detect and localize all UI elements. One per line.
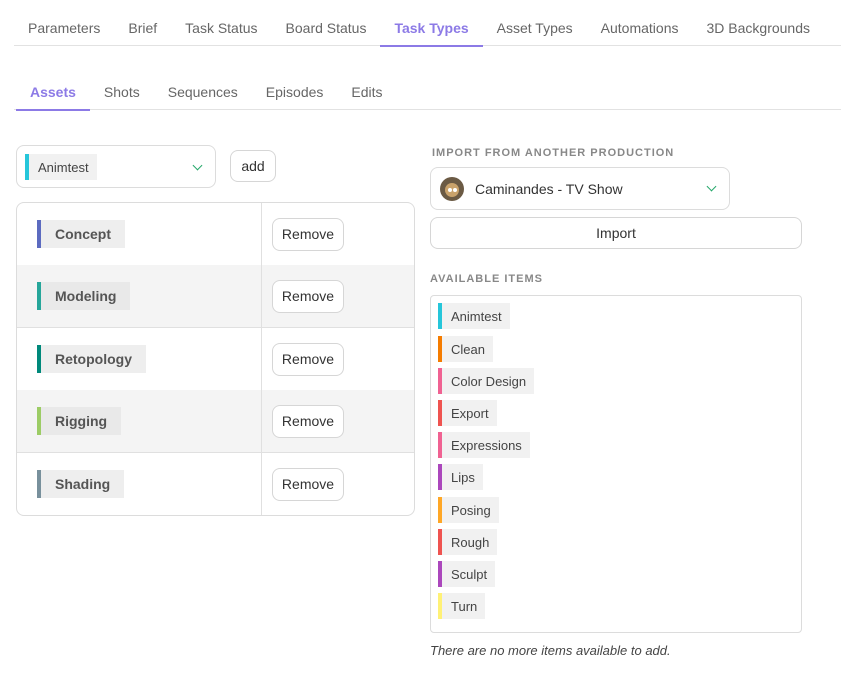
list-item[interactable]: Expressions — [438, 432, 530, 458]
empty-items-note: There are no more items available to add… — [430, 643, 671, 658]
tab-board-status[interactable]: Board Status — [272, 10, 381, 46]
task-type-tag: Clean — [438, 336, 493, 362]
list-item[interactable]: Turn — [438, 593, 486, 619]
remove-button[interactable]: Remove — [272, 218, 344, 251]
production-name: Caminandes - TV Show — [475, 181, 623, 197]
table-row: Rigging Remove — [17, 390, 414, 453]
tab-edits[interactable]: Edits — [337, 74, 396, 110]
task-type-tag: Expressions — [438, 432, 530, 458]
list-item[interactable]: Lips — [438, 464, 483, 490]
chevron-down-icon — [192, 160, 203, 171]
task-type-tag: Animtest — [438, 303, 510, 329]
list-item[interactable]: Clean — [438, 336, 493, 362]
tab-task-status[interactable]: Task Status — [171, 10, 271, 46]
table-row: Concept Remove — [17, 203, 414, 266]
selected-task-type-tag: Animtest — [25, 154, 97, 180]
tab-sequences[interactable]: Sequences — [154, 74, 252, 110]
task-type-tag: Retopology — [37, 345, 146, 373]
task-type-tag: Export — [438, 400, 497, 426]
tab-assets[interactable]: Assets — [16, 74, 90, 111]
import-button[interactable]: Import — [430, 217, 802, 249]
task-type-tag: Color Design — [438, 368, 535, 394]
task-type-tag: Shading — [37, 470, 125, 498]
list-item[interactable]: Animtest — [438, 303, 510, 329]
available-items-list: Animtest Clean Color Design Export Expre… — [430, 295, 802, 633]
tab-parameters[interactable]: Parameters — [14, 10, 114, 46]
production-avatar — [440, 177, 464, 201]
task-type-tag: Lips — [438, 464, 483, 490]
task-type-tag: Rough — [438, 529, 498, 555]
tab-shots[interactable]: Shots — [90, 74, 154, 110]
task-type-tag: Sculpt — [438, 561, 496, 587]
list-item[interactable]: Posing — [438, 497, 499, 523]
remove-button[interactable]: Remove — [272, 280, 344, 313]
task-type-select[interactable]: Animtest — [16, 145, 216, 188]
tab-automations[interactable]: Automations — [587, 10, 693, 46]
task-types-table: Concept Remove Modeling Remove Retopolog… — [16, 202, 415, 516]
task-type-tag: Concept — [37, 220, 125, 248]
list-item[interactable]: Sculpt — [438, 561, 496, 587]
task-type-tag: Modeling — [37, 282, 131, 310]
table-row: Shading Remove — [17, 453, 414, 515]
table-row: Retopology Remove — [17, 328, 414, 391]
list-item[interactable]: Color Design — [438, 368, 535, 394]
available-items-label: AVAILABLE ITEMS — [430, 273, 543, 285]
list-item[interactable]: Export — [438, 400, 497, 426]
table-row: Modeling Remove — [17, 265, 414, 328]
tab-episodes[interactable]: Episodes — [252, 74, 338, 110]
tab-task-types[interactable]: Task Types — [380, 10, 483, 47]
chevron-down-icon — [706, 181, 717, 192]
production-select[interactable]: Caminandes - TV Show — [430, 167, 730, 210]
remove-button[interactable]: Remove — [272, 343, 344, 376]
add-button[interactable]: add — [230, 150, 276, 182]
production-settings-tabs: Parameters Brief Task Status Board Statu… — [14, 10, 841, 47]
tab-3d-backgrounds[interactable]: 3D Backgrounds — [693, 10, 825, 46]
remove-button[interactable]: Remove — [272, 468, 344, 501]
import-section-label: IMPORT FROM ANOTHER PRODUCTION — [432, 147, 675, 159]
task-type-tag: Turn — [438, 593, 486, 619]
tab-asset-types[interactable]: Asset Types — [483, 10, 587, 46]
task-type-tag: Rigging — [37, 407, 122, 435]
task-type-tag: Posing — [438, 497, 499, 523]
entity-type-tabs: Assets Shots Sequences Episodes Edits — [14, 74, 841, 111]
tab-brief[interactable]: Brief — [114, 10, 171, 46]
list-item[interactable]: Rough — [438, 529, 498, 555]
remove-button[interactable]: Remove — [272, 405, 344, 438]
